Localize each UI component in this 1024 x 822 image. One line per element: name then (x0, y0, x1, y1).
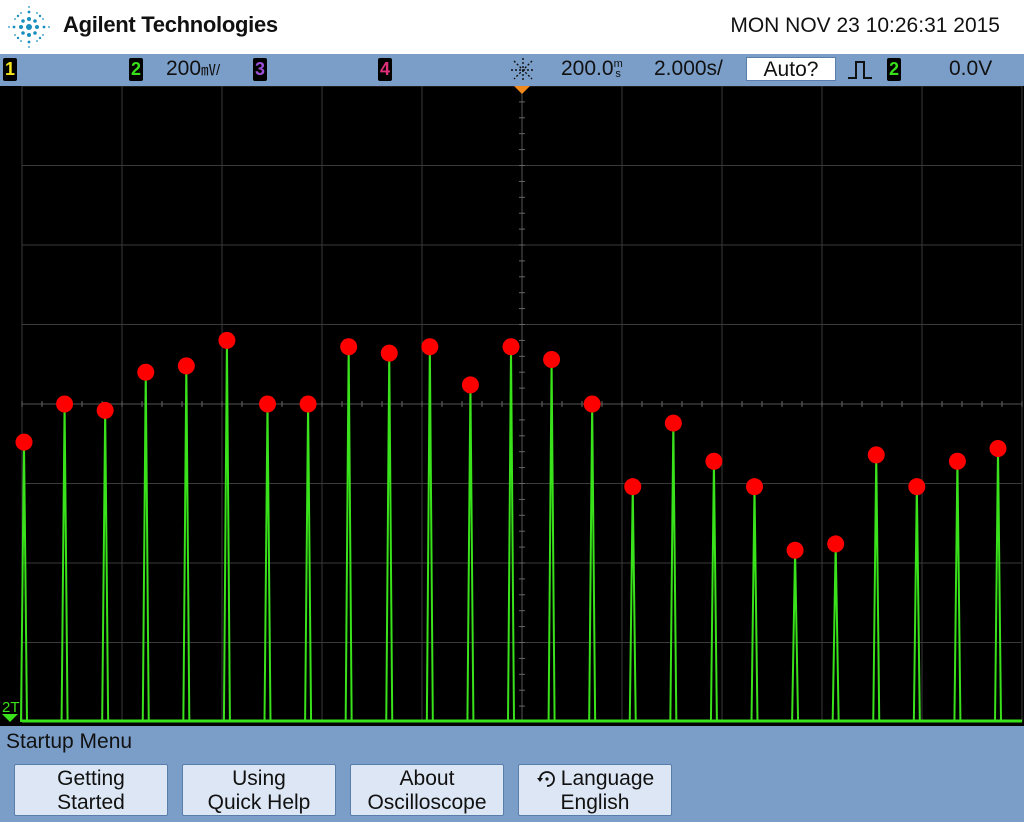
getting-started-softkey[interactable]: Getting Started (14, 764, 168, 816)
softkey-label-line2: English (560, 791, 630, 814)
peak-marker (705, 452, 723, 470)
peak-marker (380, 344, 398, 362)
channel-1-indicator[interactable]: 1 (3, 58, 17, 81)
peak-marker (259, 395, 276, 413)
about-oscilloscope-softkey[interactable]: About Oscilloscope (350, 764, 504, 816)
channel-2-indicator[interactable]: 2 (129, 58, 143, 81)
rotate-knob-icon (536, 771, 555, 787)
peak-marker (948, 452, 966, 470)
waveform-pulse (953, 461, 962, 723)
header: Agilent Technologies MON NOV 23 10:26:31… (0, 0, 1024, 54)
waveform-display[interactable]: 2T (0, 86, 1024, 726)
graticule: 2T (2, 86, 1023, 723)
waveform-pulse (385, 353, 394, 723)
peak-marker (624, 478, 642, 496)
softkey-label-line1: Language (560, 767, 655, 790)
menu-title: Startup Menu (6, 730, 133, 753)
acquisition-star-icon (511, 58, 535, 82)
softkey-label-line1: Using (232, 767, 286, 790)
waveform-pulse (791, 550, 800, 723)
timebase-scale[interactable]: 2.000s/ (654, 57, 723, 81)
peak-marker (989, 440, 1007, 458)
waveform-pulse (222, 340, 231, 723)
ground-level-arrow (2, 714, 18, 722)
trigger-mode-button[interactable]: Auto? (746, 57, 836, 81)
waveform-pulse (994, 448, 1002, 723)
softkey-label-line2: Quick Help (207, 791, 311, 814)
peak-marker (543, 350, 561, 368)
time-delay[interactable]: 200.0 m s (561, 57, 623, 81)
peak-marker (56, 395, 74, 413)
waveform-pulse (912, 486, 921, 723)
waveform-pulse (628, 486, 637, 723)
trigger-source-indicator[interactable]: 2 (887, 58, 901, 81)
trigger-level[interactable]: 0.0V (949, 57, 992, 81)
peak-marker (299, 395, 317, 413)
peak-marker (786, 541, 804, 559)
peak-marker (96, 401, 114, 419)
trigger-position-marker (514, 86, 530, 94)
waveform-pulse (141, 372, 150, 723)
waveform-pulse (466, 384, 475, 723)
waveform-pulse (101, 410, 110, 723)
status-bar: 1 2 200㎷/ 3 4 200.0 m s 2.000s/ Auto? 2 0.… (0, 54, 1024, 86)
quick-help-softkey[interactable]: Using Quick Help (182, 764, 336, 816)
waveform-pulse (831, 543, 840, 723)
peak-marker (583, 395, 601, 413)
channel-2-scale[interactable]: 200㎷/ (166, 57, 220, 83)
waveform-pulse (669, 423, 678, 723)
channel-2-ground-marker[interactable]: 2T (2, 699, 20, 716)
peak-marker (827, 535, 845, 553)
rising-edge-trigger-icon (848, 61, 872, 79)
peak-marker (177, 357, 195, 375)
waveform-pulse (182, 365, 191, 723)
peak-marker (746, 478, 763, 496)
peak-marker (461, 376, 479, 394)
channel-4-indicator[interactable]: 4 (378, 58, 392, 81)
language-softkey[interactable]: Language English (518, 764, 672, 816)
peak-marker (340, 338, 358, 356)
softkey-label-line2: Oscilloscope (367, 791, 487, 814)
waveform-pulse (344, 346, 353, 723)
softkey-label-line1: About (399, 767, 455, 790)
brand-name: Agilent Technologies (63, 12, 278, 37)
softkey-label-line2: Started (57, 791, 125, 814)
peak-marker (867, 446, 885, 464)
peak-marker (421, 338, 439, 356)
peak-marker (137, 363, 155, 381)
softkey-label-line1: Getting (57, 767, 125, 790)
peak-marker (664, 414, 682, 432)
waveform-pulse (750, 486, 759, 723)
waveform-pulse (872, 454, 881, 723)
peak-marker (218, 331, 236, 349)
peak-marker (15, 433, 33, 451)
waveform-pulse (709, 461, 718, 723)
waveform-pulse (547, 359, 556, 723)
waveform-pulse (507, 346, 515, 723)
channel-3-indicator[interactable]: 3 (253, 58, 267, 81)
date-time: MON NOV 23 10:26:31 2015 (730, 14, 1000, 37)
peak-marker (502, 338, 520, 356)
softkey-menu: Startup Menu Getting Started Using Quick… (0, 726, 1024, 822)
peak-marker (908, 478, 926, 496)
agilent-spark-logo-icon (8, 6, 50, 48)
waveform-pulse (425, 346, 434, 723)
